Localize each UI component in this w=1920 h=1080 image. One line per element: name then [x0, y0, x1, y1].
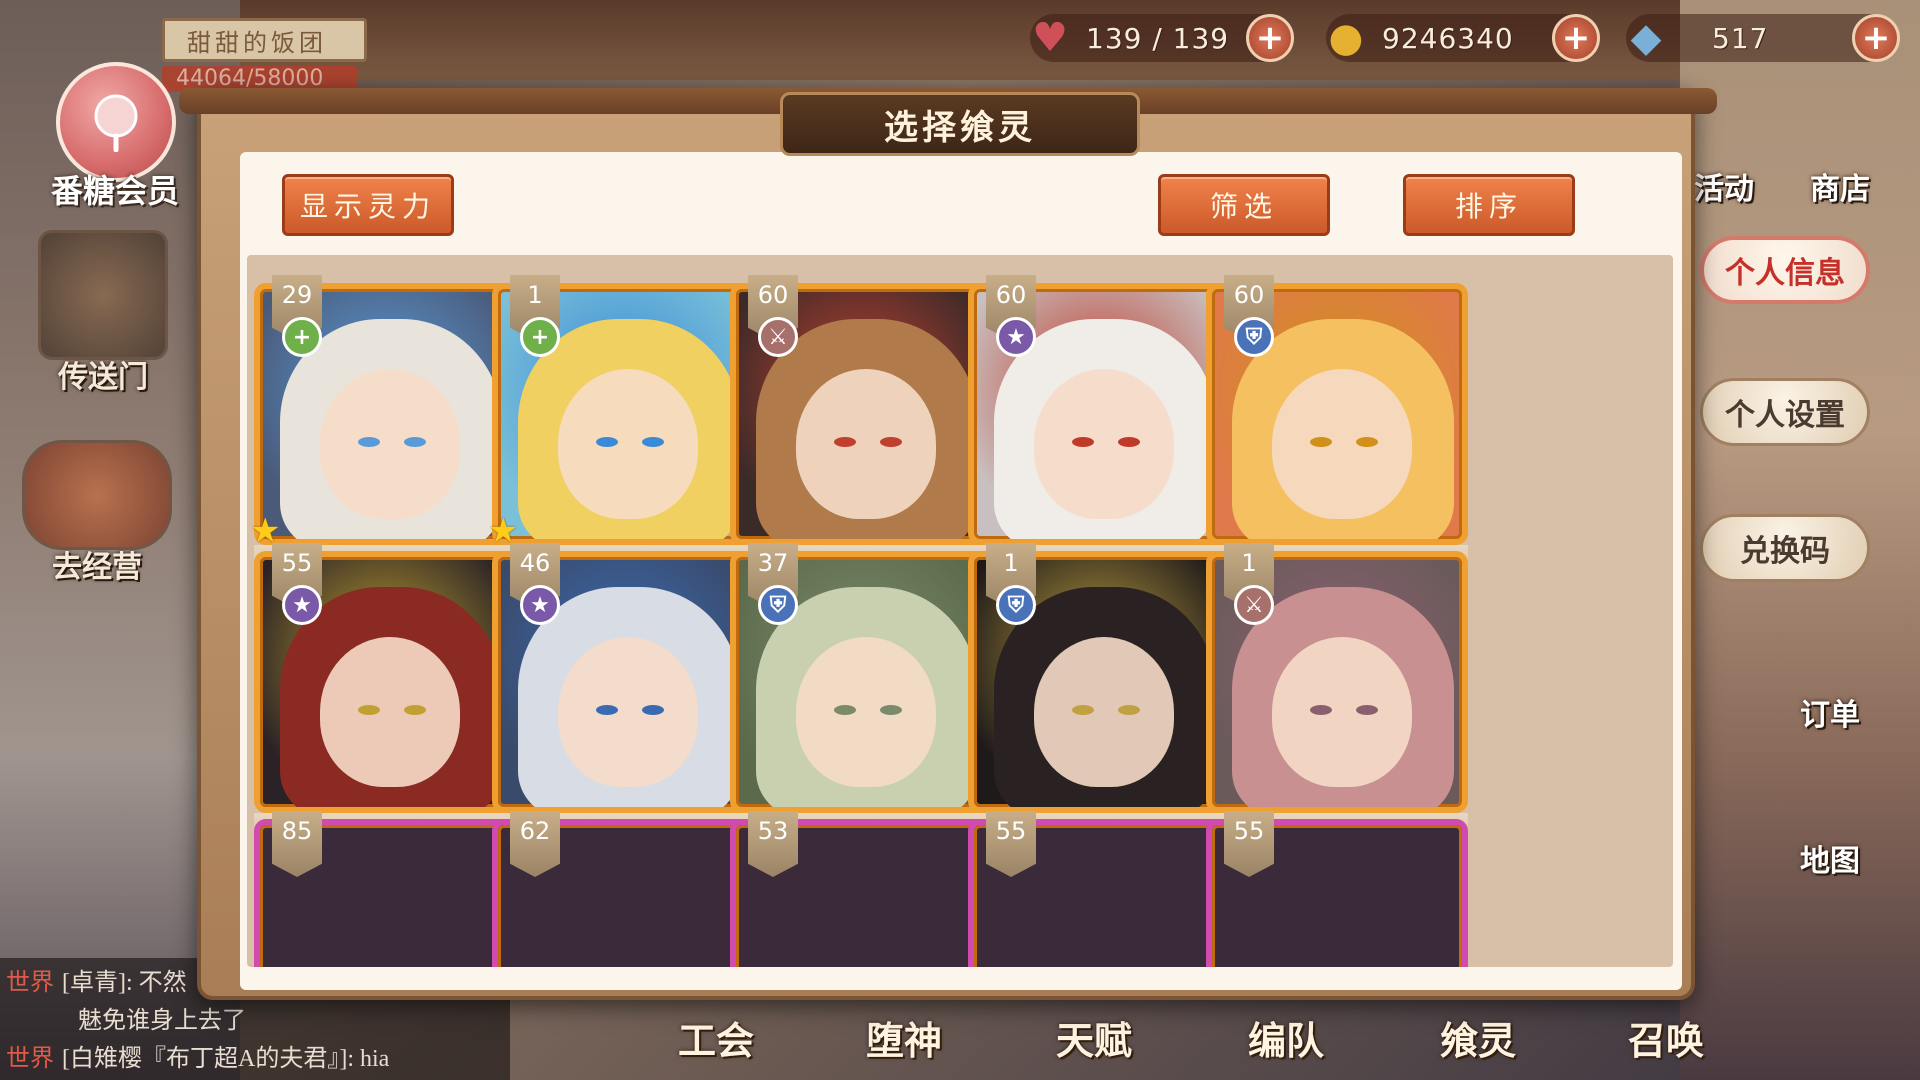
vip-button[interactable]	[56, 62, 176, 182]
nav-spirits[interactable]: 飨灵	[1440, 1010, 1516, 1065]
spirit-eye	[1072, 437, 1094, 447]
spirit-eye	[834, 705, 856, 715]
stamina-counter: ♥ 139 / 139 +	[1030, 14, 1294, 62]
support-role-icon: +	[520, 317, 560, 357]
spirit-eye	[596, 437, 618, 447]
coin-counter: ● 9246340 +	[1326, 14, 1600, 62]
magic-role-icon: ★	[996, 317, 1036, 357]
nav-talent[interactable]: 天赋	[1056, 1010, 1132, 1065]
spirit-face	[1034, 369, 1174, 519]
chat-text: [白雉樱『布丁超A的夫君』]: hia	[62, 1046, 390, 1072]
chat-line: 世界 [白雉樱『布丁超A的夫君』]: hia	[6, 1040, 510, 1078]
attack-role-icon: ⚔	[1234, 585, 1274, 625]
coin-value: 9246340	[1382, 21, 1514, 55]
map-button[interactable]: 地图	[1800, 836, 1860, 880]
coin-icon: ●	[1328, 15, 1364, 61]
spirit-grid: 29+★蓝纹奶酪1+★水果挞60⚔梳芙厘60★龙须酥60⛨姜饼55★明四喜46★…	[247, 255, 1673, 967]
arrow-left-icon	[22, 440, 172, 550]
spirit-eye	[1118, 705, 1140, 715]
spirit-eye	[358, 705, 380, 715]
spirit-face	[1272, 369, 1412, 519]
level-badge: 53	[748, 811, 798, 877]
spirit-eye	[358, 437, 380, 447]
add-coin-button[interactable]: +	[1552, 14, 1600, 62]
show-power-button[interactable]: 显示灵力	[282, 174, 454, 236]
nav-guild[interactable]: 工会	[678, 1010, 754, 1065]
chat-text: 魅免谁身上去了	[78, 1008, 246, 1034]
spirit-eye	[1356, 705, 1378, 715]
nav-fallen-gods[interactable]: 堕神	[866, 1010, 942, 1065]
crystal-value: 517	[1712, 21, 1769, 55]
spirit-eye	[1118, 437, 1140, 447]
add-stamina-button[interactable]: +	[1246, 14, 1294, 62]
crystal-icon: ◆	[1630, 15, 1662, 61]
spirit-eye	[642, 437, 664, 447]
chat-channel: 世界	[6, 970, 54, 996]
activity-button[interactable]: 活动	[1694, 164, 1754, 208]
crystal-counter: ◆ 517 +	[1626, 14, 1900, 62]
spirit-eye	[1072, 705, 1094, 715]
bottom-nav: 工会 堕神 天赋 编队 飨灵 召唤	[640, 1000, 1780, 1080]
spirit-face	[796, 637, 936, 787]
orders-button[interactable]: 订单	[1800, 690, 1860, 734]
level-badge: 62	[510, 811, 560, 877]
go-manage-button[interactable]: 去经营	[22, 440, 172, 586]
candy-apple-icon	[94, 94, 138, 152]
spirit-face	[1034, 637, 1174, 787]
spirit-face	[320, 369, 460, 519]
spirit-eye	[834, 437, 856, 447]
spirit-eye	[1356, 437, 1378, 447]
chat-channel: 世界	[6, 1046, 54, 1072]
stamina-value: 139 / 139	[1086, 21, 1230, 55]
level-badge: 55	[986, 811, 1036, 877]
spirit-face	[796, 369, 936, 519]
player-name[interactable]: 甜甜的饭团	[162, 18, 367, 62]
spirit-eye	[642, 705, 664, 715]
support-role-icon: +	[282, 317, 322, 357]
magic-role-icon: ★	[282, 585, 322, 625]
spirit-eye	[596, 705, 618, 715]
portal-icon	[38, 230, 168, 360]
nav-team[interactable]: 编队	[1248, 1010, 1324, 1065]
add-crystal-button[interactable]: +	[1852, 14, 1900, 62]
chat-line: 魅免谁身上去了	[6, 1002, 510, 1040]
filter-button[interactable]: 筛选	[1158, 174, 1330, 236]
spirit-face	[1272, 637, 1412, 787]
spirit-eye	[1310, 437, 1332, 447]
chat-text: [卓青]: 不然	[62, 970, 187, 996]
vip-label: 番糖会员	[50, 172, 179, 210]
profile-info-button[interactable]: 个人信息	[1700, 236, 1870, 304]
nav-summon[interactable]: 召唤	[1628, 1010, 1704, 1065]
personal-settings-button[interactable]: 个人设置	[1700, 378, 1870, 446]
portal-button[interactable]: 传送门	[38, 230, 168, 396]
redeem-code-button[interactable]: 兑换码	[1700, 514, 1870, 582]
spirit-eye	[404, 705, 426, 715]
sort-button[interactable]: 排序	[1403, 174, 1575, 236]
spirit-eye	[880, 437, 902, 447]
attack-role-icon: ⚔	[758, 317, 798, 357]
defense-role-icon: ⛨	[1234, 317, 1274, 357]
spirit-eye	[404, 437, 426, 447]
spirit-eye	[1310, 705, 1332, 715]
magic-role-icon: ★	[520, 585, 560, 625]
spirit-eye	[880, 705, 902, 715]
spirit-face	[320, 637, 460, 787]
level-badge: 55	[1224, 811, 1274, 877]
heart-icon: ♥	[1032, 15, 1068, 61]
defense-role-icon: ⛨	[996, 585, 1036, 625]
modal-title: 选择飨灵	[780, 92, 1140, 156]
spirit-face	[558, 637, 698, 787]
spirit-face	[558, 369, 698, 519]
defense-role-icon: ⛨	[758, 585, 798, 625]
level-badge: 85	[272, 811, 322, 877]
shop-button[interactable]: 商店	[1810, 164, 1870, 208]
